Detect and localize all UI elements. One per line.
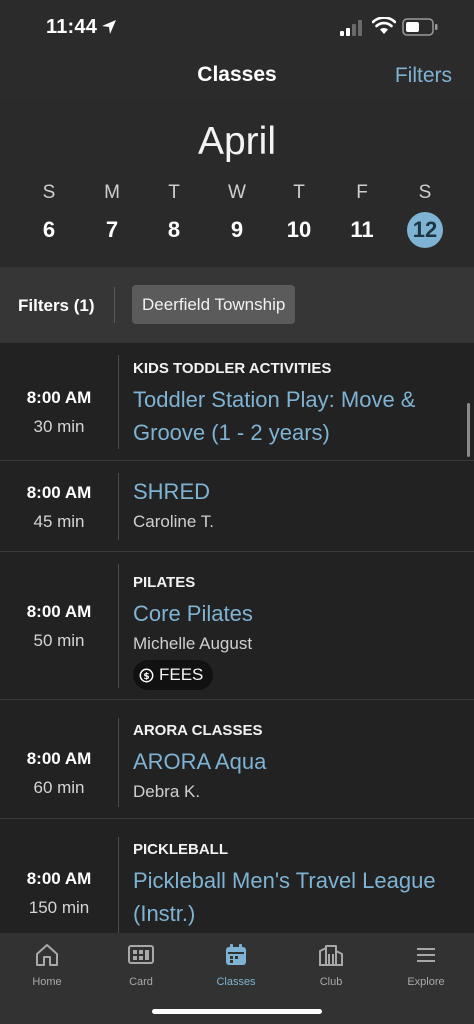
class-duration: 60 min <box>33 778 85 797</box>
filters-link[interactable]: Filters <box>395 64 452 88</box>
class-row[interactable]: 8:00 AM 45 min SHRED Caroline T. <box>0 461 474 552</box>
day-saturday-12-selected[interactable]: S 12 <box>400 182 450 248</box>
card-icon <box>128 945 154 964</box>
battery-icon <box>402 18 438 36</box>
day-letter: S <box>418 182 432 203</box>
tab-explore[interactable]: Explore <box>379 941 473 988</box>
filter-bar: Filters (1) Deerfield Township <box>0 267 474 343</box>
class-details: KIDS TODDLER ACTIVITIES Toddler Station … <box>133 360 444 449</box>
day-thursday-10[interactable]: T 10 <box>274 182 324 248</box>
class-category: PILATES <box>133 574 196 591</box>
class-time-block: 8:00 AM 30 min <box>0 388 118 437</box>
nav-bar: Classes Filters <box>0 55 474 100</box>
class-details: SHRED Caroline T. <box>133 475 444 532</box>
scrollbar-thumb[interactable] <box>467 403 470 457</box>
day-letter: W <box>228 182 246 203</box>
row-separator <box>118 837 119 933</box>
day-letter: T <box>293 182 305 203</box>
tab-home[interactable]: Home <box>0 941 94 988</box>
class-duration: 45 min <box>33 512 85 531</box>
class-details: ARORA CLASSES ARORA Aqua Debra K. <box>133 722 444 802</box>
home-icon <box>36 944 58 966</box>
week-calendar: April S 6 M 7 T 8 W 9 T 10 F 11 S 12 <box>0 100 474 267</box>
class-row[interactable]: 8:00 AM 50 min PILATES Core Pilates Mich… <box>0 552 474 700</box>
tab-label: Explore <box>407 976 445 988</box>
day-letter: T <box>168 182 180 203</box>
filter-divider <box>114 287 115 323</box>
class-instructor: Michelle August <box>133 634 253 653</box>
class-category: ARORA CLASSES <box>133 722 263 739</box>
class-start-time: 8:00 AM <box>26 749 92 768</box>
club-building-icon <box>319 945 343 966</box>
day-number: 6 <box>42 217 56 242</box>
day-sunday-6[interactable]: S 6 <box>24 182 74 248</box>
class-duration: 50 min <box>33 631 85 650</box>
tab-label: Home <box>32 976 62 988</box>
day-friday-11[interactable]: F 11 <box>337 182 387 248</box>
class-start-time: 8:00 AM <box>26 602 92 621</box>
class-instructor: Debra K. <box>133 782 201 801</box>
day-number: 8 <box>167 217 181 242</box>
day-letter: M <box>104 182 120 203</box>
row-separator <box>118 718 119 807</box>
month-title: April <box>197 120 277 163</box>
day-tuesday-8[interactable]: T 8 <box>149 182 199 248</box>
tab-card[interactable]: Card <box>94 941 188 988</box>
class-instructor: Caroline T. <box>133 512 214 531</box>
tab-label: Classes <box>216 976 256 988</box>
svg-text:$: $ <box>143 672 149 682</box>
day-wednesday-9[interactable]: W 9 <box>212 182 262 248</box>
day-letter: F <box>356 182 368 203</box>
row-separator <box>118 355 119 449</box>
day-number: 7 <box>105 217 119 242</box>
fees-badge: $ FEES <box>133 660 214 690</box>
class-title[interactable]: Toddler Station Play: Move & Groove (1 -… <box>133 383 444 449</box>
day-number-selected: 12 <box>407 212 443 248</box>
class-time-block: 8:00 AM 150 min <box>0 869 118 918</box>
home-indicator[interactable] <box>152 1009 322 1014</box>
status-bar: 11:44 <box>0 0 474 55</box>
class-start-time: 8:00 AM <box>26 388 92 407</box>
class-category: PICKLEBALL <box>133 841 228 858</box>
filter-chip-location[interactable]: Deerfield Township <box>132 285 296 324</box>
row-separator <box>118 473 119 540</box>
class-row[interactable]: 8:00 AM 150 min PICKLEBALL Pickleball Me… <box>0 819 474 933</box>
class-title[interactable]: ARORA Aqua <box>133 745 444 778</box>
class-row[interactable]: 8:00 AM 30 min KIDS TODDLER ACTIVITIES T… <box>0 343 474 461</box>
location-arrow-icon <box>102 20 116 34</box>
day-number: 9 <box>230 217 244 242</box>
class-title[interactable]: SHRED <box>133 475 444 508</box>
dollar-coin-icon: $ <box>139 668 154 682</box>
day-monday-7[interactable]: M 7 <box>87 182 137 248</box>
calendar-icon <box>226 944 246 965</box>
cellular-signal-icon <box>340 20 362 36</box>
class-duration: 30 min <box>33 417 85 436</box>
tab-club[interactable]: Club <box>284 941 378 988</box>
class-title[interactable]: Core Pilates <box>133 597 444 630</box>
class-start-time: 8:00 AM <box>26 869 92 888</box>
tab-label: Card <box>129 976 153 988</box>
day-letter: S <box>42 182 56 203</box>
class-time-block: 8:00 AM 50 min <box>0 602 118 651</box>
class-details: PILATES Core Pilates Michelle August $ F… <box>133 574 444 690</box>
day-number: 11 <box>350 217 374 242</box>
class-duration: 150 min <box>28 898 90 917</box>
class-time-block: 8:00 AM 45 min <box>0 483 118 532</box>
class-row[interactable]: 8:00 AM 60 min ARORA CLASSES ARORA Aqua … <box>0 700 474 819</box>
class-time-block: 8:00 AM 60 min <box>0 749 118 798</box>
wifi-icon <box>372 17 396 34</box>
day-number: 10 <box>286 217 312 242</box>
tab-classes[interactable]: Classes <box>189 941 283 988</box>
class-category: KIDS TODDLER ACTIVITIES <box>133 360 332 377</box>
menu-icon <box>417 948 435 962</box>
class-details: PICKLEBALL Pickleball Men's Travel Leagu… <box>133 841 444 930</box>
row-separator <box>118 564 119 688</box>
class-start-time: 8:00 AM <box>26 483 92 502</box>
class-title[interactable]: Pickleball Men's Travel League (Instr.) <box>133 864 444 930</box>
fees-badge-label: FEES <box>159 665 204 684</box>
tab-label: Club <box>319 976 343 988</box>
filters-count-button[interactable]: Filters (1) <box>18 296 95 316</box>
status-time: 11:44 <box>46 16 98 38</box>
